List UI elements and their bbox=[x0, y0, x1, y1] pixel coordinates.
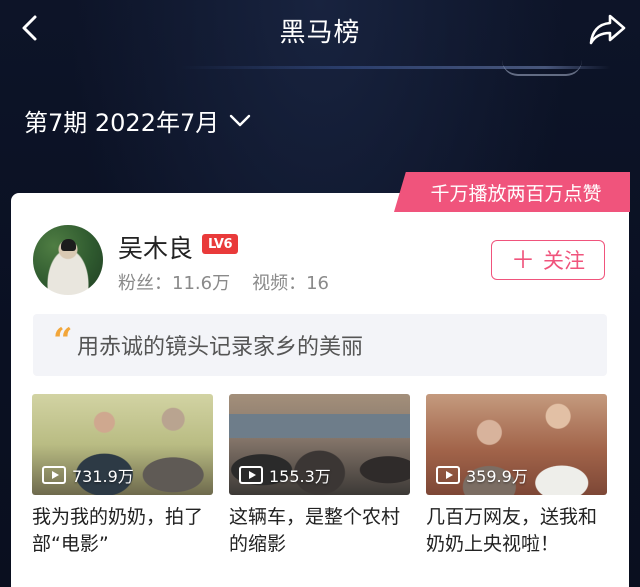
share-arrow-icon[interactable] bbox=[588, 10, 628, 48]
creator-quote: “ 用赤诚的镜头记录家乡的美丽 bbox=[33, 314, 607, 376]
quote-mark-icon: “ bbox=[53, 321, 73, 361]
video-title[interactable]: 我为我的奶奶，拍了部“电影” bbox=[32, 504, 213, 558]
video-thumbnail[interactable]: 731.9万 bbox=[32, 394, 213, 495]
play-count-value: 155.3万 bbox=[269, 467, 331, 486]
fans-value: 11.6万 bbox=[172, 273, 231, 294]
fans-stat: 粉丝：11.6万 bbox=[118, 269, 230, 295]
avatar[interactable] bbox=[33, 225, 103, 295]
play-icon bbox=[239, 466, 263, 484]
videos-label: 视频： bbox=[252, 273, 307, 294]
play-count-value: 359.9万 bbox=[466, 467, 528, 486]
chevron-down-icon bbox=[230, 114, 251, 127]
fans-label: 粉丝： bbox=[118, 273, 172, 294]
play-icon bbox=[436, 466, 460, 484]
videos-value: 16 bbox=[306, 273, 329, 294]
play-count-value: 731.9万 bbox=[72, 467, 134, 486]
video-item[interactable]: 359.9万 几百万网友，送我和奶奶上央视啦！ bbox=[426, 394, 607, 558]
period-label: 第7期 2022年7月 bbox=[24, 108, 220, 137]
play-count: 155.3万 bbox=[239, 463, 331, 487]
video-thumbnail[interactable]: 359.9万 bbox=[426, 394, 607, 495]
follow-label: 关注 bbox=[543, 249, 585, 273]
creator-name[interactable]: 吴木良 bbox=[118, 229, 193, 265]
level-badge: LV6 bbox=[202, 234, 238, 254]
play-count: 731.9万 bbox=[42, 463, 134, 487]
video-title[interactable]: 几百万网友，送我和奶奶上央视啦！ bbox=[426, 504, 607, 558]
creator-card: 吴木良 LV6 粉丝：11.6万 视频：16 ＋ 关注 “ 用赤诚的镜头记录家乡… bbox=[11, 193, 629, 587]
videos-stat: 视频：16 bbox=[252, 269, 329, 295]
video-item[interactable]: 155.3万 这辆车，是整个农村的缩影 bbox=[229, 394, 410, 558]
video-list: 731.9万 我为我的奶奶，拍了部“电影” 155.3万 这辆车，是整个农村的缩… bbox=[32, 394, 608, 584]
creator-stats: 粉丝：11.6万 视频：16 bbox=[118, 269, 329, 295]
top-nav-bar: 黑马榜 bbox=[0, 0, 640, 62]
achievement-badge: 千万播放两百万点赞 bbox=[394, 172, 630, 212]
video-item[interactable]: 731.9万 我为我的奶奶，拍了部“电影” bbox=[32, 394, 213, 558]
decorative-arc bbox=[502, 60, 582, 76]
play-icon bbox=[42, 466, 66, 484]
video-thumbnail[interactable]: 155.3万 bbox=[229, 394, 410, 495]
page-title: 黑马榜 bbox=[279, 18, 361, 48]
follow-button[interactable]: ＋ 关注 bbox=[491, 240, 605, 280]
period-selector[interactable]: 第7期 2022年7月 bbox=[24, 102, 253, 138]
play-count: 359.9万 bbox=[436, 463, 528, 487]
plus-icon: ＋ bbox=[511, 246, 535, 274]
quote-text: 用赤诚的镜头记录家乡的美丽 bbox=[77, 335, 364, 360]
video-title[interactable]: 这辆车，是整个农村的缩影 bbox=[229, 504, 410, 558]
